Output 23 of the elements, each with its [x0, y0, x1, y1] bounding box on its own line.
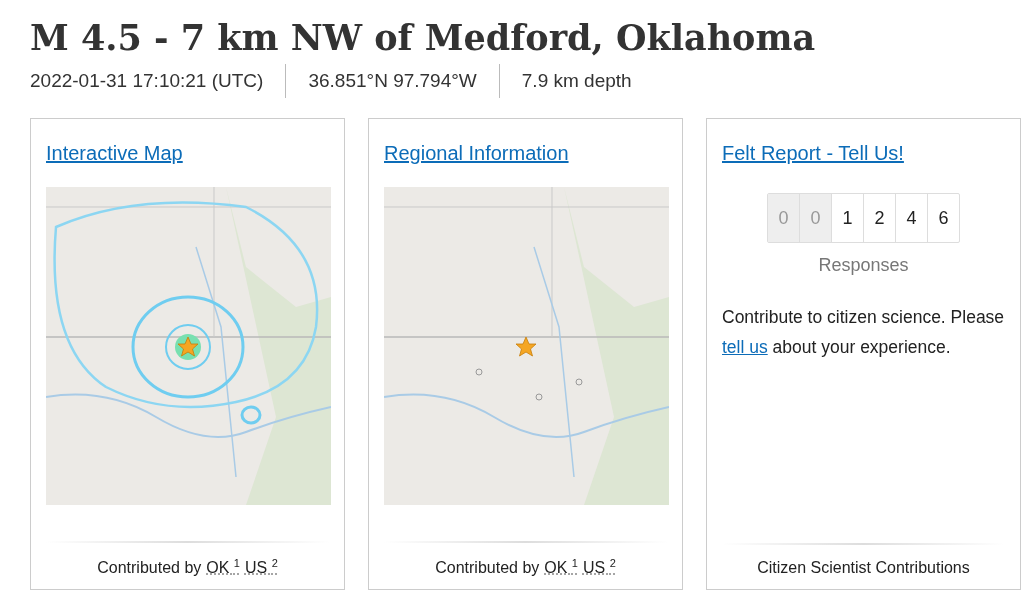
- counter-digit: 0: [768, 194, 799, 242]
- card-title-link[interactable]: Felt Report - Tell Us!: [722, 139, 904, 167]
- counter-digit: 0: [799, 194, 831, 242]
- source-link[interactable]: OK $^{1}$: [206, 556, 240, 577]
- counter-digit: 1: [831, 194, 863, 242]
- tell-us-link[interactable]: tell us: [722, 337, 768, 357]
- source-link[interactable]: US $^{2}$: [244, 556, 278, 577]
- felt-description: Contribute to citizen science. Please tell us about your experience.: [722, 306, 1005, 359]
- source-link[interactable]: US $^{2}$: [582, 556, 616, 577]
- source-link[interactable]: OK $^{1}$: [544, 556, 578, 577]
- page-title: M 4.5 - 7 km NW of Medford, Oklahoma: [30, 16, 816, 60]
- footer-text: Contributed by: [435, 559, 540, 577]
- card-title-link[interactable]: Regional Information: [384, 139, 569, 167]
- counter-digit: 2: [863, 194, 895, 242]
- card-title-link[interactable]: Interactive Map: [46, 139, 183, 167]
- counter-digit: 6: [927, 194, 959, 242]
- counter-label: Responses: [818, 255, 909, 276]
- counter-digit: 4: [895, 194, 927, 242]
- footer-text: Citizen Scientist Contributions: [757, 559, 970, 577]
- footer-text: Contributed by: [97, 559, 202, 577]
- event-detail: 2022-01-31 17:10:21 (UTC): [30, 69, 265, 93]
- event-detail: 36.851°N 97.794°W: [285, 64, 499, 98]
- event-detail: 7.9 km depth: [498, 64, 654, 98]
